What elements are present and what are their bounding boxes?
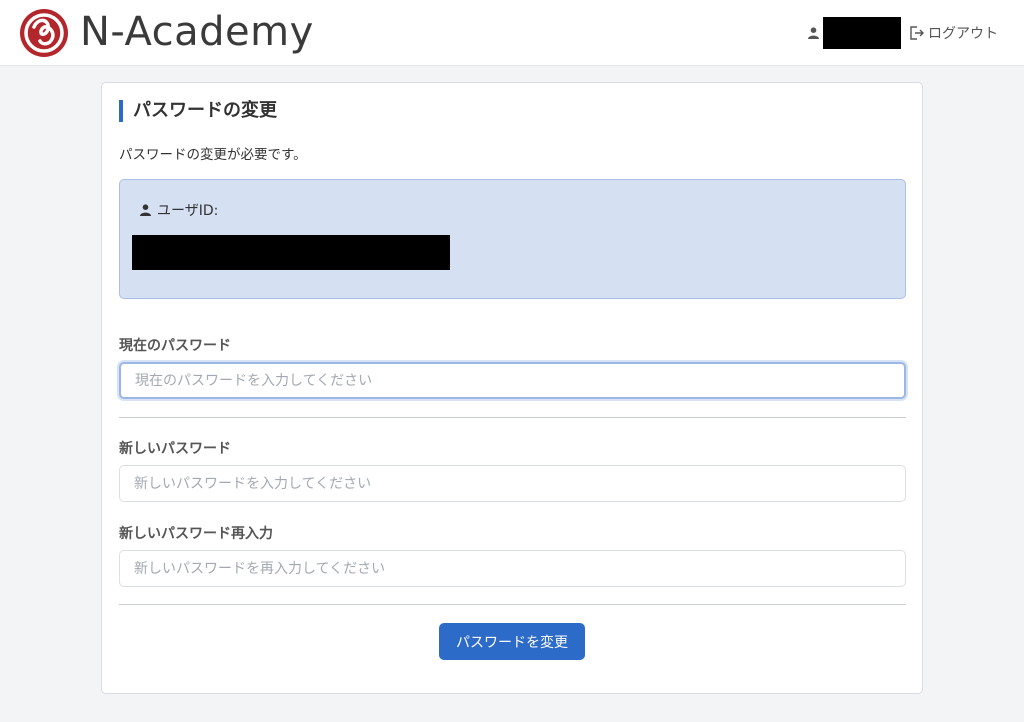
- user-icon: [140, 204, 151, 216]
- current-password-label: 現在のパスワード: [119, 338, 231, 354]
- app-header: N-Academy ログアウト: [0, 0, 1024, 66]
- user-icon: [808, 27, 819, 39]
- n-academy-logo-icon: [20, 9, 68, 57]
- section-divider: [119, 417, 906, 418]
- section-divider: [119, 604, 906, 605]
- confirm-password-input[interactable]: [119, 550, 906, 587]
- brand-name: N-Academy: [80, 9, 314, 55]
- user-menu: ログアウト: [808, 17, 998, 49]
- user-name-redacted: [823, 17, 901, 49]
- user-info-box: ユーザID:: [119, 179, 906, 299]
- password-change-card: パスワードの変更 パスワードの変更が必要です。 ユーザID: 現在のパスワード …: [101, 82, 923, 694]
- logout-link[interactable]: ログアウト: [909, 23, 998, 43]
- userid-label: ユーザID:: [140, 200, 218, 220]
- confirm-password-label: 新しいパスワード再入力: [119, 526, 273, 542]
- userid-value-redacted: [132, 235, 450, 270]
- page-description: パスワードの変更が必要です。: [119, 147, 307, 163]
- logout-icon: [910, 26, 924, 40]
- new-password-label: 新しいパスワード: [119, 441, 231, 457]
- current-password-input[interactable]: [119, 362, 906, 399]
- logout-label: ログアウト: [928, 26, 998, 42]
- page-title: パスワードの変更: [119, 100, 277, 122]
- change-password-button[interactable]: パスワードを変更: [439, 623, 585, 660]
- userid-label-text: ユーザID:: [157, 203, 219, 219]
- new-password-input[interactable]: [119, 465, 906, 502]
